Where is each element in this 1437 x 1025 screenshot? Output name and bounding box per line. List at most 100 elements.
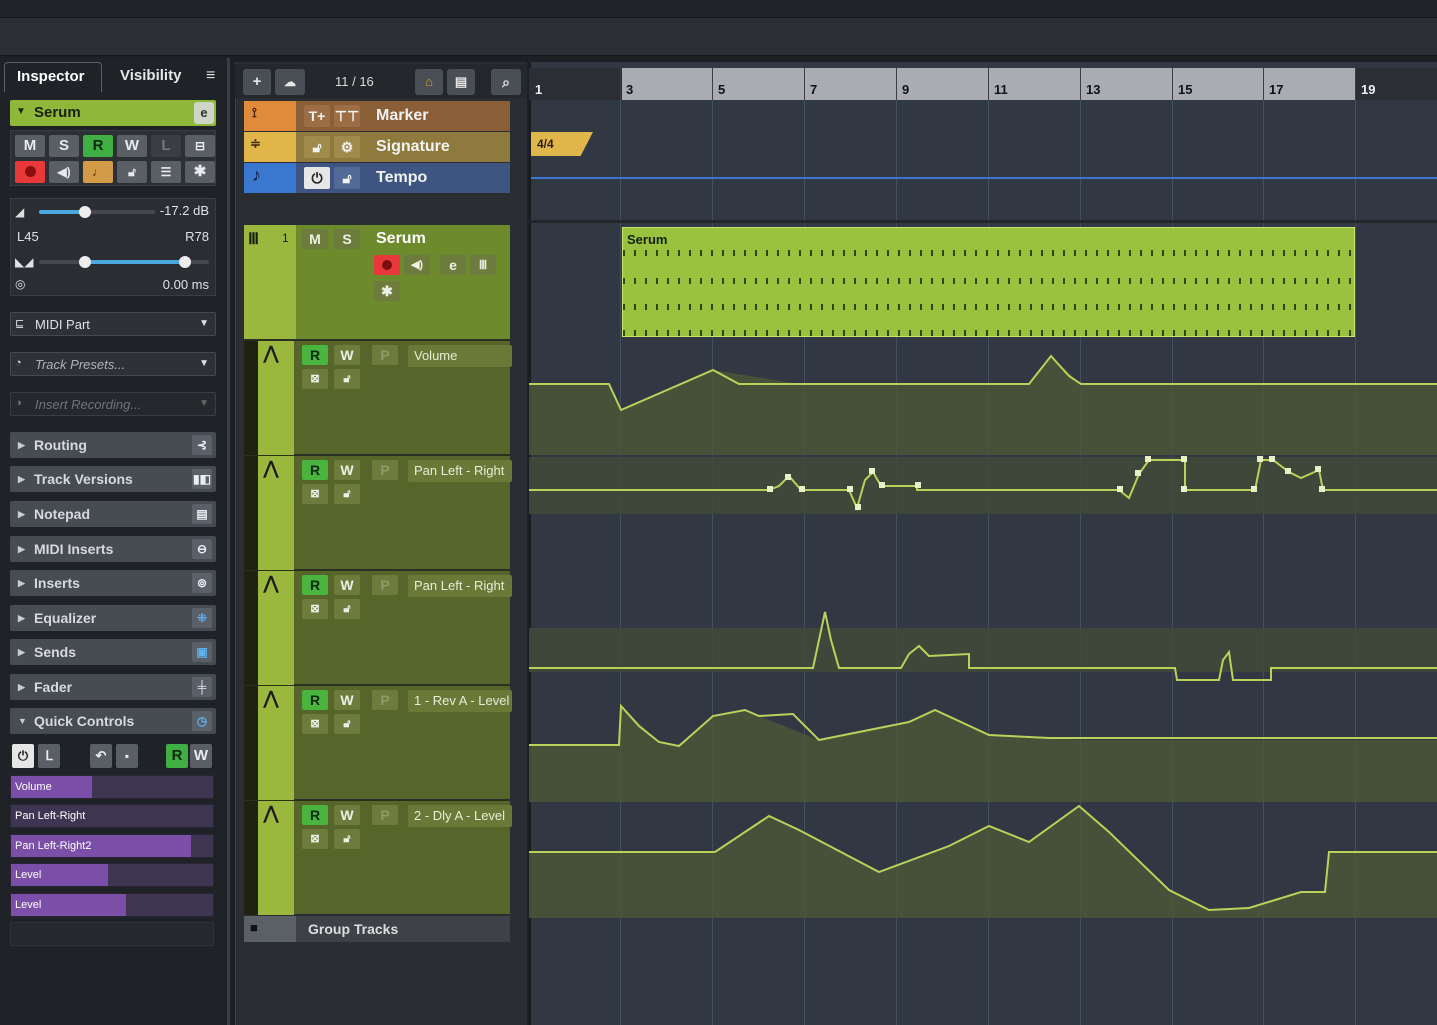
signature-track[interactable]: ≑ 🔓︎ ⚙ Signature <box>244 132 510 162</box>
parameter-name[interactable]: 1 - Rev A - Level <box>408 690 512 712</box>
parameter-name[interactable]: Pan Left - Right <box>408 575 512 597</box>
parameter-button[interactable]: P <box>372 460 398 480</box>
parameter-name[interactable]: Pan Left - Right <box>408 460 512 482</box>
quick-control-slot[interactable]: Volume <box>10 775 214 799</box>
read-button[interactable]: R <box>302 805 328 825</box>
solo-button[interactable]: S <box>49 135 79 157</box>
lock-icon[interactable]: 🔓︎ <box>334 484 360 504</box>
parameter-name[interactable]: Volume <box>408 345 512 367</box>
edit-instrument-icon[interactable]: e <box>194 102 214 124</box>
lane-display-icon[interactable]: ☰ <box>151 161 181 183</box>
pan-left-thumb[interactable] <box>79 256 91 268</box>
solo-button[interactable]: S <box>334 229 360 249</box>
lanes-icon[interactable]: ⊟ <box>185 135 215 157</box>
read-button[interactable]: R <box>83 135 113 157</box>
add-track-button[interactable]: + <box>243 69 271 95</box>
mute-button[interactable]: M <box>302 229 328 249</box>
automation-track[interactable]: ⋀ R W P Pan Left - Right ⊠ 🔓︎ <box>244 570 512 685</box>
tempo-power-icon[interactable]: ⏻ <box>304 167 330 189</box>
parameter-button[interactable]: P <box>372 575 398 595</box>
write-button[interactable]: W <box>334 575 360 595</box>
lock-icon[interactable]: 🔓︎ <box>334 369 360 389</box>
section-quick-controls[interactable]: ▼ Quick Controls ◷ <box>10 708 216 734</box>
automation-track[interactable]: ⋀ R W P Pan Left - Right ⊠ 🔓︎ <box>244 455 512 570</box>
section-track-versions[interactable]: ▶ Track Versions ▮◧ <box>10 466 216 492</box>
insert-recording-select[interactable]: ◑ Insert Recording... ▼ <box>10 392 216 416</box>
write-button[interactable]: W <box>334 690 360 710</box>
lock-icon[interactable]: 🔓︎ <box>334 599 360 619</box>
inspector-track-header[interactable]: ▼ Serum e <box>10 100 216 126</box>
pan-right-thumb[interactable] <box>179 256 191 268</box>
monitor-button[interactable]: ◀) <box>404 255 430 275</box>
marker-track[interactable]: ⟟ T+ ⊤⊤ Marker <box>244 101 510 131</box>
tab-visibility[interactable]: Visibility <box>108 62 208 92</box>
tempo-line[interactable] <box>531 177 1437 179</box>
read-button[interactable]: R <box>302 575 328 595</box>
lock-icon[interactable]: 🔓︎ <box>334 714 360 734</box>
automation-track[interactable]: ⋀ R W P Volume ⊠ 🔓︎ <box>244 340 512 455</box>
tab-inspector[interactable]: Inspector <box>4 62 102 92</box>
list-view-icon[interactable]: ▤ <box>447 69 475 95</box>
freeze-icon[interactable]: ✱ <box>374 281 400 301</box>
delete-icon[interactable]: ▪ <box>116 744 138 768</box>
automation-track[interactable]: ⋀ R W P 2 - Dly A - Level ⊠ 🔓︎ <box>244 800 512 915</box>
section-routing[interactable]: ▶ Routing ⊰ <box>10 432 216 458</box>
record-enable-button[interactable] <box>15 161 45 183</box>
add-marker-icon[interactable]: T+ <box>304 105 330 127</box>
edit-instrument-icon[interactable]: e <box>440 255 466 275</box>
quick-control-slot[interactable]: Level <box>10 893 214 917</box>
section-fader[interactable]: ▶ Fader ╪ <box>10 674 216 700</box>
automation-track[interactable]: ⋀ R W P 1 - Rev A - Level ⊠ 🔓︎ <box>244 685 512 800</box>
record-enable-button[interactable] <box>374 255 400 275</box>
add-cycle-marker-icon[interactable]: ⊤⊤ <box>334 105 360 127</box>
divider[interactable] <box>529 220 1437 223</box>
instrument-icon[interactable]: Ⅲ <box>470 255 496 275</box>
qc-write-button[interactable]: W <box>190 744 212 768</box>
write-button[interactable]: W <box>334 460 360 480</box>
quick-control-slot[interactable]: Pan Left-Right <box>10 804 214 828</box>
instrument-track[interactable]: Ⅲ 1 M S Serum ◀) e Ⅲ ✱ <box>244 225 510 339</box>
read-button[interactable]: R <box>302 345 328 365</box>
mute-automation-icon[interactable]: ⊠ <box>302 714 328 734</box>
lock-icon[interactable]: 🔓︎ <box>304 136 330 158</box>
learn-icon[interactable]: ᒪ <box>38 744 60 768</box>
freeze-icon[interactable]: ✱ <box>185 161 215 183</box>
search-icon[interactable]: ⌕ <box>491 69 521 95</box>
section-notepad[interactable]: ▶ Notepad ▤ <box>10 501 216 527</box>
add-track-options-icon[interactable]: ☁ <box>275 69 305 95</box>
read-button[interactable]: R <box>302 690 328 710</box>
cycle-range[interactable] <box>622 68 1356 100</box>
parameter-button[interactable]: P <box>372 690 398 710</box>
lock-icon[interactable]: 🔓︎ <box>334 167 360 189</box>
mute-automation-icon[interactable]: ⊠ <box>302 369 328 389</box>
power-icon[interactable]: ⏻ <box>12 744 34 768</box>
pan-slider[interactable] <box>39 256 209 268</box>
write-button[interactable]: W <box>334 345 360 365</box>
undo-icon[interactable]: ↶ <box>90 744 112 768</box>
section-inserts[interactable]: ▶ Inserts ⊚ <box>10 570 216 596</box>
write-button[interactable]: W <box>117 135 147 157</box>
timebase-button[interactable]: ♩ <box>83 161 113 183</box>
section-midi-inserts[interactable]: ▶ MIDI Inserts ⊖ <box>10 536 216 562</box>
parameter-button[interactable]: P <box>372 805 398 825</box>
section-equalizer[interactable]: ▶ Equalizer ⁜ <box>10 605 216 631</box>
group-tracks-folder[interactable]: ■ Group Tracks <box>244 916 510 942</box>
track-name[interactable]: Serum <box>376 230 426 248</box>
track-presets-select[interactable]: ◔ Track Presets... ▼ <box>10 352 216 376</box>
automation-lanes[interactable] <box>529 340 1437 918</box>
quick-control-slot[interactable]: Level <box>10 863 214 887</box>
menu-icon[interactable]: ≡ <box>206 62 226 92</box>
parameter-button[interactable]: P <box>372 345 398 365</box>
lock-icon[interactable]: 🔓︎ <box>334 829 360 849</box>
midi-part-select[interactable]: ⊑ MIDI Part ▼ <box>10 312 216 336</box>
read-button[interactable]: R <box>302 460 328 480</box>
volume-thumb[interactable] <box>79 206 91 218</box>
home-icon[interactable]: ⌂ <box>415 69 443 95</box>
mute-automation-icon[interactable]: ⊠ <box>302 599 328 619</box>
quick-control-slot[interactable]: Pan Left-Right2 <box>10 834 214 858</box>
mute-automation-icon[interactable]: ⊠ <box>302 484 328 504</box>
tempo-track[interactable]: ♪ ⏻ 🔓︎ Tempo <box>244 163 510 193</box>
write-button[interactable]: W <box>334 805 360 825</box>
monitor-button[interactable]: ◀) <box>49 161 79 183</box>
midi-part-event[interactable]: Serum <box>622 227 1355 337</box>
